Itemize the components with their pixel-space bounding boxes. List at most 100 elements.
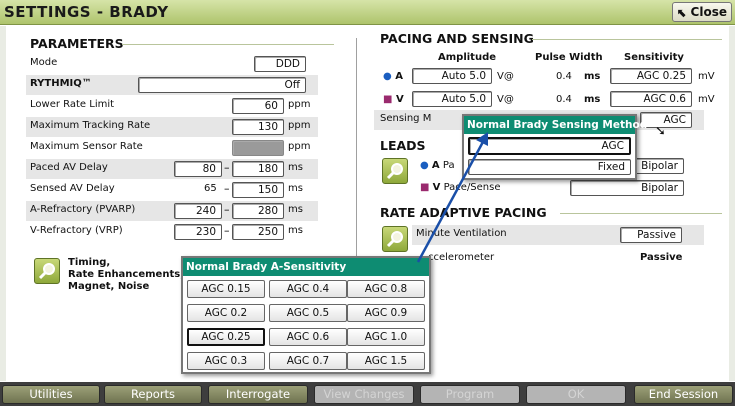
mouse-cursor-icon: ➘	[655, 124, 666, 139]
a-refractory-max-field[interactable]: 280	[232, 203, 284, 219]
reports-button[interactable]: Reports	[104, 385, 202, 404]
agc-option[interactable]: AGC 0.2	[187, 304, 265, 322]
rythmiq-field[interactable]: Off	[138, 77, 306, 93]
max-sensor-rate-row: Maximum Sensor Rate ppm	[26, 138, 318, 158]
a-sens-unit: mV	[698, 71, 715, 82]
close-button[interactable]: ⬉ Close	[672, 2, 732, 22]
agc-option[interactable]: AGC 0.3	[187, 352, 265, 370]
v-chamber-label: ■ V	[383, 94, 404, 105]
paced-av-delay-min-field[interactable]: 80	[174, 161, 222, 177]
sensing-method-popup-title: Normal Brady Sensing Method	[464, 116, 647, 134]
timing-line2: Rate Enhancements,	[68, 269, 184, 280]
rate-adaptive-heading: RATE ADAPTIVE PACING	[380, 205, 547, 220]
agc-option[interactable]: AGC 0.8	[347, 280, 425, 298]
v-pw-unit: ms	[584, 94, 601, 105]
accelerometer-value: Passive	[640, 252, 683, 263]
v-refractory-min-field[interactable]: 230	[174, 224, 222, 240]
utilities-button[interactable]: Utilities	[2, 385, 100, 404]
max-sensor-rate-unit: ppm	[288, 141, 311, 152]
agc-option[interactable]: AGC 0.4	[269, 280, 347, 298]
v-amplitude-field[interactable]: Auto 5.0	[412, 91, 492, 107]
mode-field[interactable]: DDD	[254, 56, 306, 72]
leads-v-label: ■ V Pace/Sense	[420, 182, 501, 193]
sensed-av-delay-max-field[interactable]: 150	[232, 182, 284, 198]
max-sensor-rate-field[interactable]	[232, 140, 284, 156]
v-refractory-row: V-Refractory (VRP) 230 – 250 ms	[26, 222, 318, 242]
close-arrow-icon: ⬉	[677, 6, 688, 20]
view-changes-button[interactable]: View Changes	[314, 385, 414, 404]
col-amplitude: Amplitude	[438, 52, 497, 63]
program-button[interactable]: Program	[420, 385, 520, 404]
a-pulse-width: 0.4	[556, 71, 572, 82]
a-refractory-unit: ms	[288, 204, 303, 215]
minute-ventilation-field[interactable]: Passive	[620, 227, 682, 243]
a-sensitivity-popup-title: Normal Brady A-Sensitivity	[183, 258, 429, 276]
sensing-method-option-agc[interactable]: AGC	[468, 137, 631, 155]
sensing-method-option-fixed[interactable]: Fixed	[468, 159, 631, 175]
rate-adaptive-rule	[560, 213, 722, 214]
range-dash: –	[224, 161, 230, 174]
end-session-button[interactable]: End Session	[634, 385, 733, 404]
lower-rate-limit-unit: ppm	[288, 99, 311, 110]
sensing-method-field[interactable]: AGC	[640, 112, 692, 128]
a-amp-unit: V@	[497, 71, 514, 82]
column-divider	[356, 38, 357, 268]
paced-av-delay-unit: ms	[288, 162, 303, 173]
v-sensitivity-field[interactable]: AGC 0.6	[610, 91, 692, 107]
parameters-rule	[122, 44, 334, 45]
a-sensitivity-field[interactable]: AGC 0.25	[610, 68, 692, 84]
agc-option-selected[interactable]: AGC 0.25	[187, 328, 265, 346]
pacing-sensing-rule	[532, 39, 722, 40]
agc-option[interactable]: AGC 0.7	[269, 352, 347, 370]
leads-heading: LEADS	[380, 138, 426, 153]
max-tracking-rate-field[interactable]: 130	[232, 119, 284, 135]
a-refractory-row: A-Refractory (PVARP) 240 – 280 ms	[26, 201, 318, 221]
magnifier-icon	[386, 231, 403, 248]
agc-option[interactable]: AGC 0.6	[269, 328, 347, 346]
minute-ventilation-label: Minute Ventilation	[416, 228, 507, 239]
timing-line3: Magnet, Noise	[68, 281, 150, 292]
agc-option[interactable]: AGC 0.15	[187, 280, 265, 298]
lower-rate-limit-field[interactable]: 60	[232, 98, 284, 114]
interrogate-button[interactable]: Interrogate	[208, 385, 308, 404]
agc-option[interactable]: AGC 1.0	[347, 328, 425, 346]
magnifier-icon	[386, 163, 403, 180]
v-pulse-width: 0.4	[556, 94, 572, 105]
a-refractory-min-field[interactable]: 240	[174, 203, 222, 219]
a-sensitivity-popup: Normal Brady A-Sensitivity AGC 0.15 AGC …	[181, 256, 431, 374]
v-refractory-label: V-Refractory (VRP)	[30, 225, 123, 236]
rythmiq-row: RYTHMIQ™ Off	[26, 75, 318, 95]
leads-a-label: ● A Pa	[420, 160, 455, 171]
ventricle-square-icon: ■	[383, 94, 393, 105]
range-dash: –	[224, 224, 230, 237]
a-amplitude-field[interactable]: Auto 5.0	[412, 68, 492, 84]
timing-line1: Timing,	[68, 257, 111, 268]
v-sens-unit: mV	[698, 94, 715, 105]
timing-button[interactable]	[34, 258, 60, 284]
close-label: Close	[690, 5, 727, 19]
a-pw-unit: ms	[584, 71, 601, 82]
agc-option[interactable]: AGC 1.5	[347, 352, 425, 370]
sensed-av-delay-min: 65	[204, 183, 217, 194]
v-amp-unit: V@	[497, 94, 514, 105]
agc-option[interactable]: AGC 0.9	[347, 304, 425, 322]
paced-av-delay-max-field[interactable]: 180	[232, 161, 284, 177]
v-refractory-unit: ms	[288, 225, 303, 236]
leads-v-field[interactable]: Bipolar	[570, 180, 684, 196]
leads-button[interactable]	[382, 158, 408, 184]
parameters-heading: PARAMETERS	[30, 36, 124, 51]
a-chamber-label: ● A	[383, 71, 403, 82]
lower-rate-limit-label: Lower Rate Limit	[30, 99, 115, 110]
col-pulse-width: Pulse Width	[535, 52, 603, 63]
ok-button[interactable]: OK	[526, 385, 626, 404]
range-dash: –	[224, 203, 230, 216]
agc-option[interactable]: AGC 0.5	[269, 304, 347, 322]
rate-adaptive-button[interactable]	[382, 226, 408, 252]
sensing-method-popup: Normal Brady Sensing Method AGC Fixed	[462, 114, 647, 180]
paced-av-delay-label: Paced AV Delay	[30, 162, 108, 173]
sensed-av-delay-unit: ms	[288, 183, 303, 194]
paced-av-delay-row: Paced AV Delay 80 – 180 ms	[26, 159, 318, 179]
v-refractory-max-field[interactable]: 250	[232, 224, 284, 240]
mode-label: Mode	[30, 57, 58, 68]
pacing-sensing-heading: PACING AND SENSING	[380, 31, 534, 46]
